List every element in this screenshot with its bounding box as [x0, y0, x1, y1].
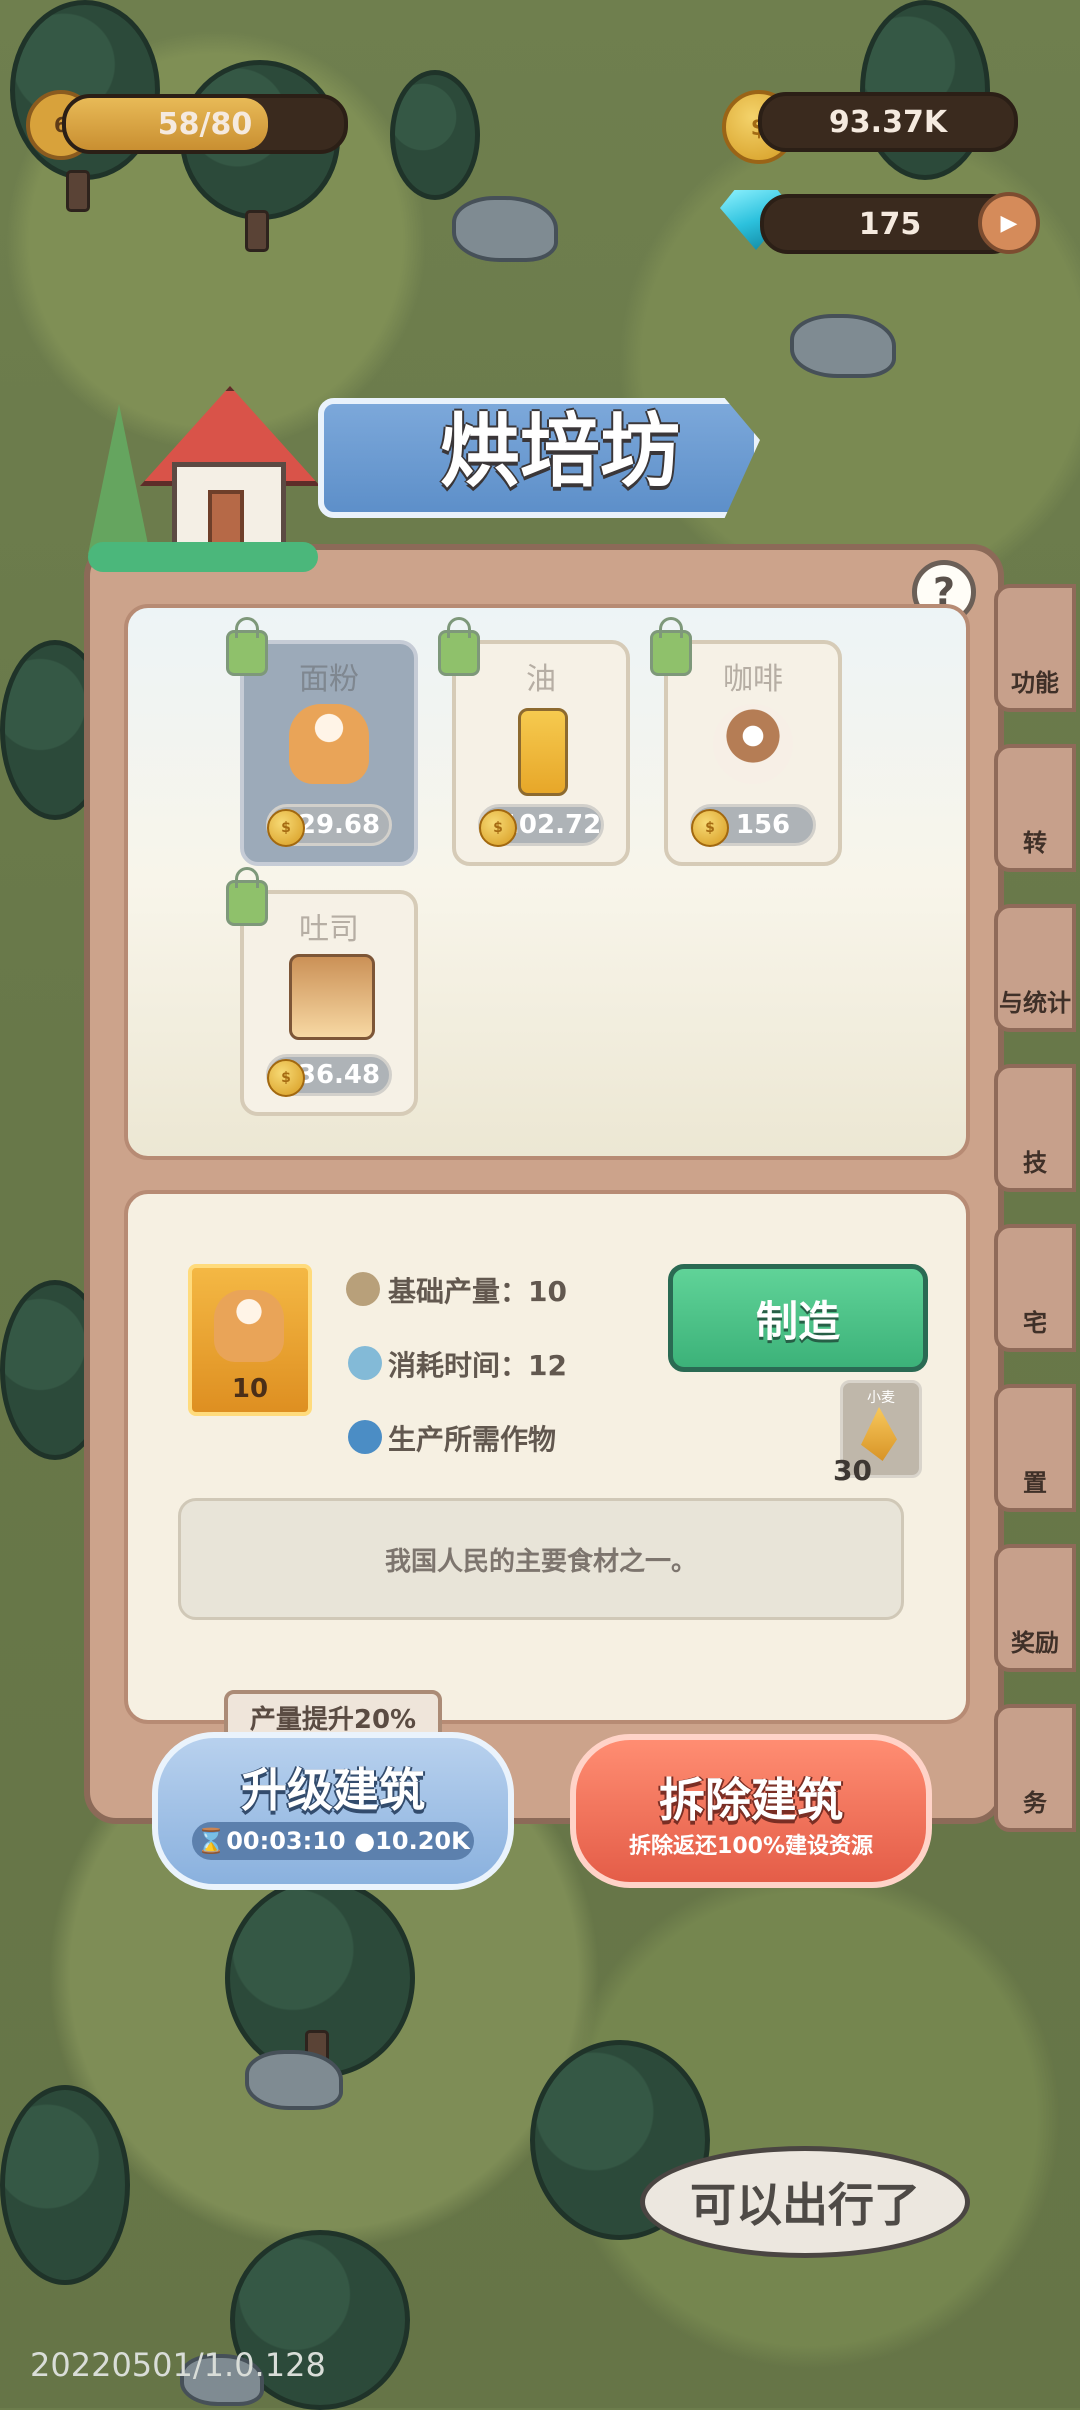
upgrade-meta: ⌛00:03:10 ●10.20K [192, 1822, 474, 1860]
building-title: 烘培坊 [440, 405, 680, 498]
recipe-card-coffee[interactable]: 咖啡 $ 156 [664, 640, 842, 866]
unlock-icon [438, 617, 480, 676]
side-tab-label: 技 [1023, 1149, 1047, 1177]
upgrade-cost-value: 10.20K [375, 1827, 470, 1855]
rock [790, 314, 896, 378]
recipe-name: 油 [526, 662, 556, 697]
demolish-title: 拆除建筑 [659, 1773, 843, 1827]
gold-amount: 93.37K [828, 104, 948, 140]
version-label: 20220501/1.0.128 [30, 2346, 326, 2384]
consume-time-row: 消耗时间：12 [388, 1344, 567, 1384]
unlock-icon [650, 617, 692, 676]
demolish-building-button[interactable]: 拆除建筑 拆除返还100%建设资源 [570, 1734, 932, 1888]
selected-item-icon: 10 [188, 1264, 312, 1416]
selected-item-count: 10 [231, 1374, 269, 1404]
coin-icon: $ [267, 1059, 305, 1097]
tree-icon [860, 0, 990, 180]
rock [245, 2050, 343, 2110]
recipe-price: $ 29.68 [266, 804, 392, 847]
coffee-cup-icon [713, 704, 793, 784]
tree-icon [390, 70, 480, 200]
side-tab-label: 置 [1023, 1469, 1047, 1497]
craft-button[interactable]: 制造 [668, 1264, 928, 1372]
recipe-price: $ 36.48 [266, 1054, 392, 1097]
side-tab-label: 奖励 [1011, 1629, 1059, 1657]
material-count: 30 [833, 1454, 872, 1487]
rock [452, 196, 558, 262]
side-tab-label: 宅 [1023, 1309, 1047, 1337]
base-output-row: 基础产量：10 [388, 1270, 567, 1310]
consume-time-label: 消耗时间： [388, 1349, 529, 1382]
recipe-name: 咖啡 [723, 662, 783, 697]
upgrade-building-button[interactable]: 升级建筑 ⌛00:03:10 ●10.20K [152, 1732, 514, 1890]
coin-icon: $ [479, 809, 517, 847]
side-tab-turn[interactable]: 转 [994, 744, 1076, 872]
tree-icon [0, 2085, 130, 2285]
side-tab-rewards[interactable]: 奖励 [994, 1544, 1076, 1672]
demolish-subtitle: 拆除返还100%建设资源 [629, 1834, 873, 1859]
gold-counter: 93.37K [758, 92, 1018, 152]
recipe-card-oil[interactable]: 油 $ 102.72 [452, 640, 630, 866]
side-tab-home[interactable]: 宅 [994, 1224, 1076, 1352]
recipe-name: 面粉 [299, 662, 359, 697]
upgrade-title: 升级建筑 [241, 1763, 425, 1817]
base-output-value: 10 [528, 1275, 567, 1308]
upgrade-time: ⌛00:03:10 [196, 1827, 345, 1855]
side-tab-function[interactable]: 功能 [994, 584, 1076, 712]
flour-bag-icon [289, 704, 369, 784]
speech-text: 可以出行了 [690, 2178, 920, 2232]
side-tab-tech[interactable]: 技 [994, 1064, 1076, 1192]
toast-bread-icon [289, 954, 375, 1040]
bush-icon [88, 542, 318, 572]
side-tab-settings[interactable]: 置 [994, 1384, 1076, 1512]
recipe-price: $ 156 [690, 804, 816, 847]
hourglass-icon [348, 1346, 382, 1380]
recipe-price: $ 102.72 [478, 804, 604, 847]
side-tab-label: 转 [1023, 829, 1047, 857]
hourglass-icon: ⌛ [196, 1827, 227, 1855]
recipe-card-flour[interactable]: 面粉 $ 29.68 [240, 640, 418, 866]
side-tab-stats[interactable]: 与统计 [994, 904, 1076, 1032]
consume-time-value: 12 [528, 1349, 567, 1382]
building-title-banner: 烘培坊 [318, 380, 778, 530]
recipe-price-value: 36.48 [297, 1060, 381, 1090]
coin-icon: $ [691, 809, 729, 847]
pine-tree-icon [88, 404, 150, 554]
play-icon[interactable]: ▶ [978, 192, 1040, 254]
recipe-price-value: 29.68 [297, 810, 381, 840]
globe-icon [348, 1420, 382, 1454]
level-progress-text: 58/80 [157, 106, 253, 142]
recipe-price-value: 156 [735, 810, 791, 840]
tree-trunk [245, 210, 269, 252]
coin-icon: $ [267, 809, 305, 847]
side-tab-label: 与统计 [999, 989, 1071, 1017]
level-progress-bar: 58/80 [62, 94, 348, 154]
material-wheat: 小麦 30 [833, 1380, 922, 1487]
upgrade-time-value: 00:03:10 [226, 1827, 346, 1855]
unlock-icon [226, 617, 268, 676]
side-tab-tasks[interactable]: 务 [994, 1704, 1076, 1832]
upgrade-cost: ●10.20K [354, 1827, 469, 1855]
flour-bag-icon [214, 1290, 284, 1362]
recipe-description: 我国人民的主要食材之一。 [178, 1498, 904, 1620]
craft-button-label: 制造 [755, 1296, 840, 1346]
material-name: 小麦 [867, 1390, 895, 1406]
speech-bubble: 可以出行了 [640, 2146, 970, 2258]
side-tab-label: 务 [1023, 1789, 1047, 1817]
coin-icon: ● [354, 1827, 376, 1855]
recipe-card-toast[interactable]: 吐司 $ 36.48 [240, 890, 418, 1116]
tree-trunk [66, 170, 90, 212]
side-tab-label: 功能 [1011, 669, 1059, 697]
wheat-icon [861, 1407, 897, 1461]
unlock-icon [226, 867, 268, 926]
shovel-icon [346, 1272, 380, 1306]
oil-bottle-icon [518, 708, 568, 796]
required-crop-label: 生产所需作物 [388, 1423, 557, 1456]
bakery-house-icon [88, 352, 320, 572]
base-output-label: 基础产量： [388, 1275, 529, 1308]
recipe-name: 吐司 [299, 912, 359, 947]
